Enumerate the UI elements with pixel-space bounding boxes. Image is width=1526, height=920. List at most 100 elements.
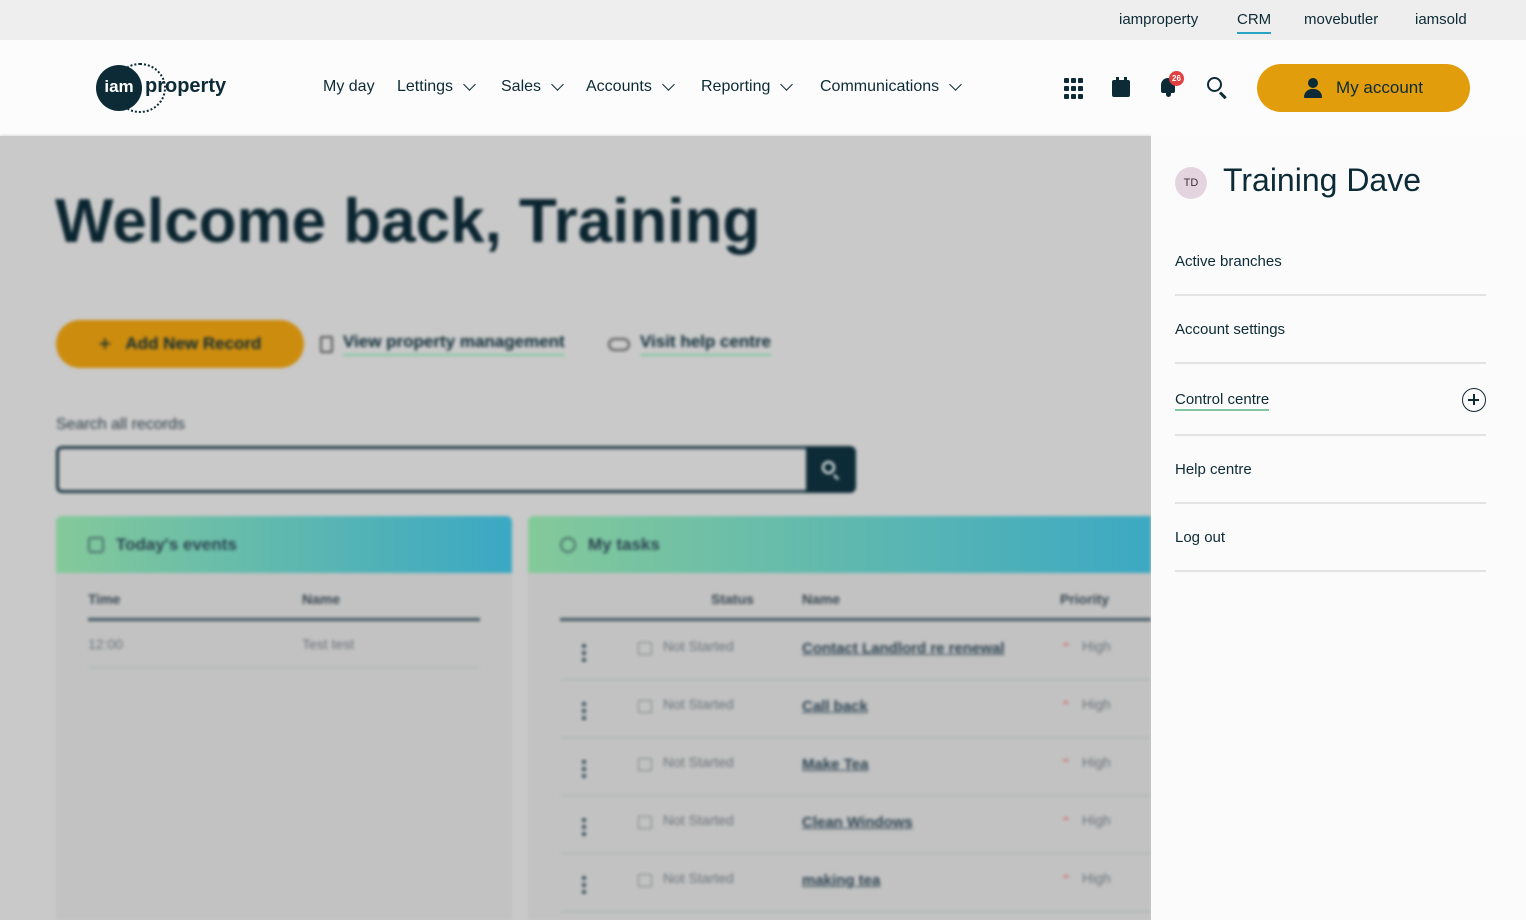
add-new-record-button[interactable]: + Add New Record <box>56 320 304 368</box>
plus-icon: + <box>98 331 112 356</box>
utility-link-crm[interactable]: CRM <box>1237 11 1272 34</box>
priority-high-icon: ⌃ <box>1060 814 1072 830</box>
apps-grid-icon[interactable] <box>1064 78 1086 100</box>
search-icon[interactable] <box>1206 76 1228 100</box>
priority-high-icon: ⌃ <box>1060 640 1072 656</box>
my-tasks-title: My tasks <box>588 534 660 554</box>
nav-label: Communications <box>820 78 940 95</box>
nav-my-day[interactable]: My day <box>323 78 375 96</box>
column-header-name: Name <box>802 591 841 607</box>
flag-icon <box>638 700 652 713</box>
nav-label: Accounts <box>586 78 652 95</box>
view-property-management-link[interactable]: View property management <box>320 332 565 356</box>
check-circle-icon <box>560 536 576 553</box>
task-row: Not Started Contact Landlord re renewal … <box>560 622 1151 680</box>
clipboard-icon <box>320 335 333 353</box>
flag-icon <box>638 642 652 655</box>
task-row: Not Started Call back ⌃ High <box>560 680 1151 738</box>
task-name-link[interactable]: making tea <box>802 872 880 889</box>
my-account-button[interactable]: My account <box>1257 64 1470 112</box>
iamproperty-logo[interactable]: iam property <box>96 63 236 113</box>
chevron-down-icon <box>463 78 476 91</box>
menu-item-label: Help centre <box>1175 461 1252 478</box>
task-priority: High <box>1082 754 1111 770</box>
menu-item-label: Log out <box>1175 529 1226 546</box>
more-options-icon[interactable] <box>582 760 586 781</box>
calendar-icon <box>88 536 104 553</box>
utility-link-iamproperty[interactable]: iamproperty <box>1119 11 1198 28</box>
priority-high-icon: ⌃ <box>1060 698 1072 714</box>
account-drawer: TD Training Dave Active branches Account… <box>1151 136 1526 920</box>
search-records-button[interactable] <box>806 446 856 493</box>
menu-item-help-centre[interactable]: Help centre <box>1175 436 1486 504</box>
more-options-icon[interactable] <box>582 876 586 897</box>
priority-high-icon: ⌃ <box>1060 756 1072 772</box>
calendar-icon[interactable] <box>1111 76 1133 98</box>
menu-item-log-out[interactable]: Log out <box>1175 504 1486 572</box>
my-account-label: My account <box>1336 78 1423 97</box>
menu-item-label: Account settings <box>1175 321 1286 338</box>
task-status: Not Started <box>663 812 734 828</box>
task-row: Not Started Clean Windows ⌃ High <box>560 796 1151 854</box>
chevron-down-icon <box>551 78 564 91</box>
task-status: Not Started <box>663 754 734 770</box>
menu-item-account-settings[interactable]: Account settings <box>1175 296 1486 364</box>
my-tasks-panel: My tasks Status Name Priority Not Starte… <box>528 516 1151 920</box>
cloud-icon <box>608 337 630 351</box>
view-property-management-label: View property management <box>343 332 565 356</box>
event-name[interactable]: Test test <box>302 636 354 652</box>
nav-sales[interactable]: Sales <box>501 78 564 96</box>
chevron-down-icon <box>661 78 675 91</box>
column-header-status: Status <box>711 591 754 607</box>
user-icon <box>1304 78 1323 98</box>
more-options-icon[interactable] <box>582 818 586 839</box>
expand-plus-icon[interactable] <box>1462 388 1486 412</box>
row-divider <box>88 667 480 668</box>
search-label: Search all records <box>56 416 185 433</box>
nav-communications[interactable]: Communications <box>820 78 963 96</box>
task-priority: High <box>1082 638 1111 654</box>
more-options-icon[interactable] <box>582 702 586 723</box>
task-status: Not Started <box>663 638 734 654</box>
nav-label: Sales <box>501 78 542 95</box>
header-divider <box>88 618 480 621</box>
nav-accounts[interactable]: Accounts <box>586 78 675 96</box>
menu-item-control-centre[interactable]: Control centre <box>1175 364 1486 436</box>
logo-badge: iam <box>96 65 142 111</box>
notification-badge: 26 <box>1169 71 1184 86</box>
flag-icon <box>638 816 652 829</box>
task-priority: High <box>1082 696 1111 712</box>
task-name-link[interactable]: Clean Windows <box>802 814 913 831</box>
task-priority: High <box>1082 812 1111 828</box>
todays-events-header: Today's events <box>56 516 512 573</box>
more-options-icon[interactable] <box>582 644 586 665</box>
visit-help-centre-link[interactable]: Visit help centre <box>608 332 772 356</box>
add-new-record-label: Add New Record <box>125 334 262 353</box>
menu-item-label: Control centre <box>1175 391 1270 411</box>
task-name-link[interactable]: Make Tea <box>802 756 868 773</box>
user-name: Training Dave <box>1223 162 1422 198</box>
task-name-link[interactable]: Call back <box>802 698 868 715</box>
search-records-input[interactable] <box>56 446 806 493</box>
nav-reporting[interactable]: Reporting <box>701 78 794 96</box>
nav-label: Reporting <box>701 78 771 95</box>
nav-lettings[interactable]: Lettings <box>397 78 476 96</box>
column-header-priority: Priority <box>1060 591 1110 607</box>
column-header-name: Name <box>302 591 341 607</box>
column-header-time: Time <box>88 591 121 607</box>
dashboard-backdrop: Welcome back, Training + Add New Record … <box>0 136 1151 920</box>
main-header: iam property My day Lettings Sales Accou… <box>0 40 1526 136</box>
todays-events-panel: Today's events Time Name 12:00 Test test <box>56 516 512 920</box>
menu-item-active-branches[interactable]: Active branches <box>1175 236 1486 296</box>
task-name-link[interactable]: Contact Landlord re renewal <box>802 640 1005 657</box>
utility-bar: iamproperty CRM movebutler iamsold <box>0 0 1526 40</box>
priority-high-icon: ⌃ <box>1060 872 1072 888</box>
chevron-down-icon <box>780 78 794 91</box>
event-time: 12:00 <box>88 636 124 652</box>
avatar: TD <box>1175 167 1207 199</box>
nav-label: My day <box>323 78 375 95</box>
welcome-heading: Welcome back, Training <box>55 187 761 256</box>
utility-link-movebutler[interactable]: movebutler <box>1304 11 1378 28</box>
utility-link-iamsold[interactable]: iamsold <box>1415 11 1467 28</box>
task-priority: High <box>1082 870 1111 886</box>
